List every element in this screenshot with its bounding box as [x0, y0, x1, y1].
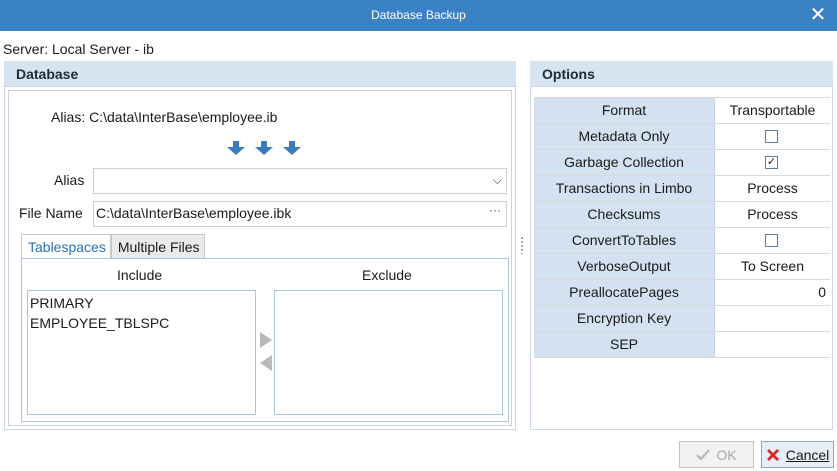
move-left-icon[interactable]	[258, 354, 274, 372]
option-row-encryption-key: Encryption Key	[534, 306, 830, 332]
option-value-cell: ✓	[715, 150, 830, 175]
option-row-transactions-in-limbo: Transactions in Limbo Process	[534, 176, 830, 202]
title-bar: Database Backup ✕	[0, 0, 837, 31]
option-name: Garbage Collection	[534, 150, 715, 175]
convert-to-tables-checkbox[interactable]	[765, 234, 778, 247]
file-name-label: File Name	[19, 205, 83, 221]
option-name: SEP	[534, 332, 715, 357]
tab-tablespaces[interactable]: Tablespaces	[21, 234, 111, 260]
option-name: Checksums	[534, 202, 715, 227]
cancel-label: Cancel	[785, 446, 830, 463]
verbose-output-select[interactable]: To Screen	[715, 254, 830, 279]
option-name: Metadata Only	[534, 124, 715, 149]
options-grid: Format Transportable Metadata Only Garba…	[534, 97, 830, 358]
splitter-handle[interactable]	[520, 236, 524, 254]
database-panel: Alias: C:\data\InterBase\employee.ib Ali…	[4, 86, 516, 430]
preallocate-pages-input[interactable]: 0	[715, 280, 830, 305]
option-row-garbage-collection: Garbage Collection ✓	[534, 150, 830, 176]
cancel-button[interactable]: Cancel	[761, 441, 834, 468]
garbage-collection-checkbox[interactable]: ✓	[765, 156, 778, 169]
option-name: PreallocatePages	[534, 280, 715, 305]
cancel-icon	[766, 448, 779, 461]
database-heading: Database	[4, 61, 516, 86]
option-row-convert-to-tables: ConvertToTables	[534, 228, 830, 254]
ok-label: OK	[716, 446, 737, 463]
move-right-icon[interactable]	[258, 331, 274, 349]
file-name-value: C:\data\InterBase\employee.ibk	[96, 205, 292, 221]
option-value-cell	[715, 228, 830, 253]
option-row-format: Format Transportable	[534, 98, 830, 124]
alias-label: Alias	[54, 172, 85, 188]
tablespaces-panel: Include Exclude PRIMARY EMPLOYEE_TBLSPC	[21, 258, 509, 422]
include-list[interactable]: PRIMARY EMPLOYEE_TBLSPC	[27, 290, 256, 415]
transactions-in-limbo-select[interactable]: Process	[715, 176, 830, 201]
checksums-select[interactable]: Process	[715, 202, 830, 227]
options-panel: Format Transportable Metadata Only Garba…	[530, 86, 833, 430]
options-heading: Options	[530, 61, 833, 86]
tab-multiple-files[interactable]: Multiple Files	[110, 234, 205, 259]
browse-icon[interactable]: ···	[489, 203, 501, 217]
arrow-down-icon	[227, 141, 245, 155]
format-select[interactable]: Transportable	[715, 98, 830, 123]
ok-button[interactable]: OK	[679, 441, 754, 468]
close-icon[interactable]: ✕	[807, 4, 829, 26]
chevron-down-icon[interactable]: ⌵	[493, 173, 502, 188]
option-value-cell	[715, 124, 830, 149]
exclude-list[interactable]	[274, 290, 503, 415]
option-row-verbose-output: VerboseOutput To Screen	[534, 254, 830, 280]
tab-strip: Tablespaces Multiple Files	[21, 234, 205, 260]
check-icon	[696, 448, 711, 461]
option-name: Format	[534, 98, 715, 123]
file-name-field[interactable]: C:\data\InterBase\employee.ibk ···	[93, 201, 507, 227]
arrow-group	[227, 141, 301, 155]
server-label: Server: Local Server - ib	[3, 41, 154, 57]
option-row-checksums: Checksums Process	[534, 202, 830, 228]
include-heading: Include	[117, 267, 163, 283]
window-title: Database Backup	[371, 8, 466, 22]
arrow-down-icon	[283, 141, 301, 155]
encryption-key-input[interactable]	[715, 306, 830, 331]
list-item[interactable]: EMPLOYEE_TBLSPC	[30, 313, 253, 333]
option-name: Encryption Key	[534, 306, 715, 331]
alias-combo[interactable]: ⌵	[93, 168, 507, 194]
arrow-down-icon	[255, 141, 273, 155]
list-item[interactable]: PRIMARY	[30, 293, 253, 313]
option-name: Transactions in Limbo	[534, 176, 715, 201]
option-row-preallocate-pages: PreallocatePages 0	[534, 280, 830, 306]
metadata-only-checkbox[interactable]	[765, 130, 778, 143]
database-group: Alias: C:\data\InterBase\employee.ib Ali…	[8, 90, 512, 426]
exclude-heading: Exclude	[362, 267, 412, 283]
alias-info: Alias: C:\data\InterBase\employee.ib	[51, 109, 278, 125]
option-row-metadata-only: Metadata Only	[534, 124, 830, 150]
option-name: VerboseOutput	[534, 254, 715, 279]
sep-input[interactable]	[715, 332, 830, 357]
option-name: ConvertToTables	[534, 228, 715, 253]
option-row-sep: SEP	[534, 332, 830, 358]
